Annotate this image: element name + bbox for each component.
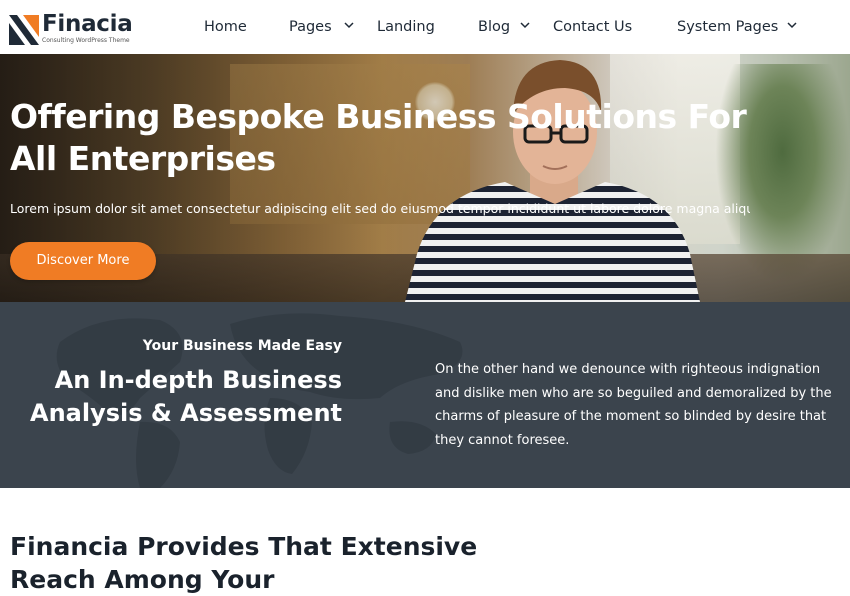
nav-item-contact-us[interactable]: Contact Us bbox=[553, 17, 632, 37]
content-section: Financia Provides That Extensive Reach A… bbox=[0, 488, 850, 594]
nav-item-landing[interactable]: Landing bbox=[377, 17, 435, 37]
discover-more-button[interactable]: Discover More bbox=[10, 242, 156, 280]
nav-item-pages[interactable]: Pages bbox=[289, 17, 332, 37]
hero-description: Lorem ipsum dolor sit amet consectetur a… bbox=[10, 201, 750, 216]
hero-banner: Offering Bespoke Business Solutions For … bbox=[0, 54, 850, 302]
nav-item-system-pages[interactable]: System Pages bbox=[677, 17, 778, 37]
chevron-down-icon[interactable] bbox=[519, 19, 531, 31]
about-kicker: Your Business Made Easy bbox=[142, 338, 342, 354]
hero-title: Offering Bespoke Business Solutions For … bbox=[10, 97, 747, 178]
about-title: An In-depth Business Analysis & Assessme… bbox=[30, 366, 342, 427]
about-band: Your Business Made Easy An In-depth Busi… bbox=[0, 302, 850, 488]
main-navigation: Home Pages Landing Blog Contact Us Syste… bbox=[0, 0, 850, 54]
chevron-down-icon[interactable] bbox=[343, 19, 355, 31]
site-header: Finacia Consulting WordPress Theme Home … bbox=[0, 0, 850, 55]
about-description: On the other hand we denounce with right… bbox=[435, 362, 832, 448]
nav-item-blog[interactable]: Blog bbox=[478, 17, 510, 37]
section-title: Financia Provides That Extensive Reach A… bbox=[10, 532, 478, 594]
nav-item-home[interactable]: Home bbox=[204, 17, 247, 37]
chevron-down-icon[interactable] bbox=[786, 19, 798, 31]
